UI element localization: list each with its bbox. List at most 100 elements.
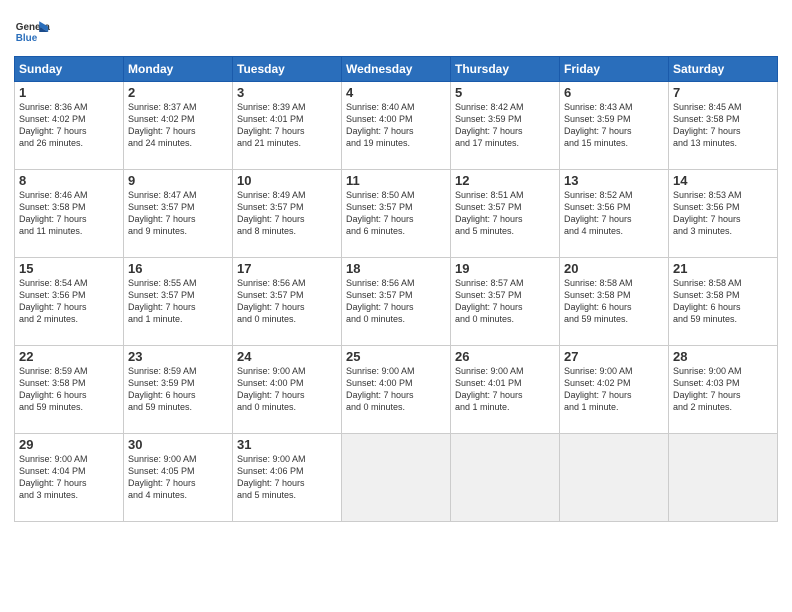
day-number: 14 <box>673 173 773 188</box>
day-info: Sunrise: 9:00 AM Sunset: 4:06 PM Dayligh… <box>237 453 337 502</box>
day-info: Sunrise: 8:36 AM Sunset: 4:02 PM Dayligh… <box>19 101 119 150</box>
day-info: Sunrise: 8:56 AM Sunset: 3:57 PM Dayligh… <box>346 277 446 326</box>
day-info: Sunrise: 8:58 AM Sunset: 3:58 PM Dayligh… <box>564 277 664 326</box>
calendar-day: 5Sunrise: 8:42 AM Sunset: 3:59 PM Daylig… <box>451 82 560 170</box>
calendar-day: 9Sunrise: 8:47 AM Sunset: 3:57 PM Daylig… <box>124 170 233 258</box>
day-info: Sunrise: 8:45 AM Sunset: 3:58 PM Dayligh… <box>673 101 773 150</box>
day-info: Sunrise: 9:00 AM Sunset: 4:00 PM Dayligh… <box>346 365 446 414</box>
calendar-day: 12Sunrise: 8:51 AM Sunset: 3:57 PM Dayli… <box>451 170 560 258</box>
day-number: 28 <box>673 349 773 364</box>
weekday-header: Friday <box>560 57 669 82</box>
day-info: Sunrise: 8:59 AM Sunset: 3:59 PM Dayligh… <box>128 365 228 414</box>
day-info: Sunrise: 8:55 AM Sunset: 3:57 PM Dayligh… <box>128 277 228 326</box>
empty-cell <box>342 434 451 522</box>
calendar-week-row: 8Sunrise: 8:46 AM Sunset: 3:58 PM Daylig… <box>15 170 778 258</box>
calendar-day: 23Sunrise: 8:59 AM Sunset: 3:59 PM Dayli… <box>124 346 233 434</box>
page-container: General Blue SundayMondayTuesdayWednesda… <box>0 0 792 528</box>
empty-cell <box>451 434 560 522</box>
day-number: 15 <box>19 261 119 276</box>
day-number: 20 <box>564 261 664 276</box>
weekday-header: Saturday <box>669 57 778 82</box>
day-info: Sunrise: 8:37 AM Sunset: 4:02 PM Dayligh… <box>128 101 228 150</box>
weekday-header: Sunday <box>15 57 124 82</box>
calendar-day: 6Sunrise: 8:43 AM Sunset: 3:59 PM Daylig… <box>560 82 669 170</box>
calendar-day: 8Sunrise: 8:46 AM Sunset: 3:58 PM Daylig… <box>15 170 124 258</box>
day-info: Sunrise: 9:00 AM Sunset: 4:02 PM Dayligh… <box>564 365 664 414</box>
day-number: 16 <box>128 261 228 276</box>
day-number: 3 <box>237 85 337 100</box>
calendar-day: 31Sunrise: 9:00 AM Sunset: 4:06 PM Dayli… <box>233 434 342 522</box>
calendar-week-row: 1Sunrise: 8:36 AM Sunset: 4:02 PM Daylig… <box>15 82 778 170</box>
day-info: Sunrise: 9:00 AM Sunset: 4:03 PM Dayligh… <box>673 365 773 414</box>
day-number: 1 <box>19 85 119 100</box>
day-number: 23 <box>128 349 228 364</box>
calendar-day: 18Sunrise: 8:56 AM Sunset: 3:57 PM Dayli… <box>342 258 451 346</box>
weekday-header: Thursday <box>451 57 560 82</box>
day-info: Sunrise: 9:00 AM Sunset: 4:00 PM Dayligh… <box>237 365 337 414</box>
day-number: 30 <box>128 437 228 452</box>
weekday-header: Monday <box>124 57 233 82</box>
calendar-day: 10Sunrise: 8:49 AM Sunset: 3:57 PM Dayli… <box>233 170 342 258</box>
calendar-day: 3Sunrise: 8:39 AM Sunset: 4:01 PM Daylig… <box>233 82 342 170</box>
calendar-day: 7Sunrise: 8:45 AM Sunset: 3:58 PM Daylig… <box>669 82 778 170</box>
day-info: Sunrise: 8:39 AM Sunset: 4:01 PM Dayligh… <box>237 101 337 150</box>
day-info: Sunrise: 8:54 AM Sunset: 3:56 PM Dayligh… <box>19 277 119 326</box>
calendar-day: 26Sunrise: 9:00 AM Sunset: 4:01 PM Dayli… <box>451 346 560 434</box>
day-info: Sunrise: 8:56 AM Sunset: 3:57 PM Dayligh… <box>237 277 337 326</box>
day-info: Sunrise: 8:59 AM Sunset: 3:58 PM Dayligh… <box>19 365 119 414</box>
day-info: Sunrise: 8:52 AM Sunset: 3:56 PM Dayligh… <box>564 189 664 238</box>
day-number: 4 <box>346 85 446 100</box>
weekday-header: Wednesday <box>342 57 451 82</box>
day-number: 18 <box>346 261 446 276</box>
day-info: Sunrise: 8:51 AM Sunset: 3:57 PM Dayligh… <box>455 189 555 238</box>
day-number: 29 <box>19 437 119 452</box>
day-number: 27 <box>564 349 664 364</box>
calendar-day: 28Sunrise: 9:00 AM Sunset: 4:03 PM Dayli… <box>669 346 778 434</box>
day-number: 12 <box>455 173 555 188</box>
day-number: 31 <box>237 437 337 452</box>
day-number: 13 <box>564 173 664 188</box>
day-number: 22 <box>19 349 119 364</box>
calendar-day: 15Sunrise: 8:54 AM Sunset: 3:56 PM Dayli… <box>15 258 124 346</box>
day-info: Sunrise: 8:49 AM Sunset: 3:57 PM Dayligh… <box>237 189 337 238</box>
calendar-week-row: 15Sunrise: 8:54 AM Sunset: 3:56 PM Dayli… <box>15 258 778 346</box>
calendar-day: 11Sunrise: 8:50 AM Sunset: 3:57 PM Dayli… <box>342 170 451 258</box>
day-info: Sunrise: 8:58 AM Sunset: 3:58 PM Dayligh… <box>673 277 773 326</box>
calendar-week-row: 22Sunrise: 8:59 AM Sunset: 3:58 PM Dayli… <box>15 346 778 434</box>
day-number: 24 <box>237 349 337 364</box>
day-number: 21 <box>673 261 773 276</box>
calendar-week-row: 29Sunrise: 9:00 AM Sunset: 4:04 PM Dayli… <box>15 434 778 522</box>
empty-cell <box>560 434 669 522</box>
calendar-day: 14Sunrise: 8:53 AM Sunset: 3:56 PM Dayli… <box>669 170 778 258</box>
calendar-day: 19Sunrise: 8:57 AM Sunset: 3:57 PM Dayli… <box>451 258 560 346</box>
day-number: 25 <box>346 349 446 364</box>
weekday-header-row: SundayMondayTuesdayWednesdayThursdayFrid… <box>15 57 778 82</box>
calendar-day: 1Sunrise: 8:36 AM Sunset: 4:02 PM Daylig… <box>15 82 124 170</box>
calendar-day: 13Sunrise: 8:52 AM Sunset: 3:56 PM Dayli… <box>560 170 669 258</box>
day-info: Sunrise: 8:47 AM Sunset: 3:57 PM Dayligh… <box>128 189 228 238</box>
day-number: 7 <box>673 85 773 100</box>
calendar-day: 4Sunrise: 8:40 AM Sunset: 4:00 PM Daylig… <box>342 82 451 170</box>
day-number: 10 <box>237 173 337 188</box>
empty-cell <box>669 434 778 522</box>
day-number: 5 <box>455 85 555 100</box>
calendar-day: 20Sunrise: 8:58 AM Sunset: 3:58 PM Dayli… <box>560 258 669 346</box>
day-info: Sunrise: 8:40 AM Sunset: 4:00 PM Dayligh… <box>346 101 446 150</box>
day-info: Sunrise: 9:00 AM Sunset: 4:05 PM Dayligh… <box>128 453 228 502</box>
day-number: 19 <box>455 261 555 276</box>
day-number: 26 <box>455 349 555 364</box>
calendar-day: 29Sunrise: 9:00 AM Sunset: 4:04 PM Dayli… <box>15 434 124 522</box>
calendar-day: 17Sunrise: 8:56 AM Sunset: 3:57 PM Dayli… <box>233 258 342 346</box>
day-info: Sunrise: 8:42 AM Sunset: 3:59 PM Dayligh… <box>455 101 555 150</box>
day-info: Sunrise: 8:57 AM Sunset: 3:57 PM Dayligh… <box>455 277 555 326</box>
logo: General Blue <box>14 14 54 50</box>
day-info: Sunrise: 9:00 AM Sunset: 4:04 PM Dayligh… <box>19 453 119 502</box>
day-info: Sunrise: 8:50 AM Sunset: 3:57 PM Dayligh… <box>346 189 446 238</box>
day-number: 8 <box>19 173 119 188</box>
day-number: 9 <box>128 173 228 188</box>
header: General Blue <box>14 10 778 50</box>
calendar-day: 16Sunrise: 8:55 AM Sunset: 3:57 PM Dayli… <box>124 258 233 346</box>
svg-text:Blue: Blue <box>16 33 38 44</box>
day-info: Sunrise: 8:53 AM Sunset: 3:56 PM Dayligh… <box>673 189 773 238</box>
weekday-header: Tuesday <box>233 57 342 82</box>
